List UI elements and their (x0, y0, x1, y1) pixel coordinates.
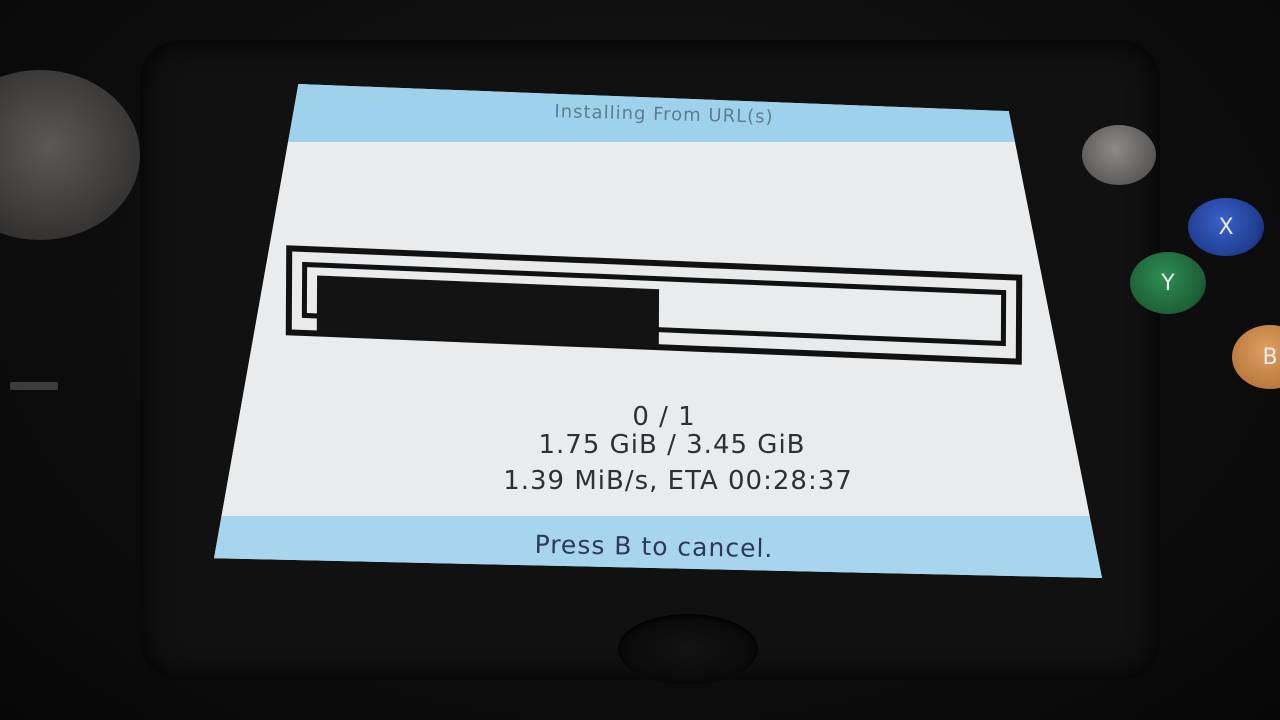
item-count: 0 / 1 (632, 402, 696, 432)
b-button-label: B (1262, 344, 1278, 370)
dpad-icon[interactable] (10, 382, 58, 390)
circle-pad[interactable] (0, 70, 140, 240)
handheld-console: Installing From URL(s) 0 / 1 1.75 GiB / … (0, 0, 1280, 720)
y-button[interactable]: Y (1130, 252, 1206, 314)
y-button-label: Y (1161, 270, 1175, 296)
x-button[interactable]: X (1188, 198, 1264, 256)
screen-container: Installing From URL(s) 0 / 1 1.75 GiB / … (206, 70, 1126, 590)
b-button[interactable]: B (1232, 325, 1280, 389)
bottom-screen: Installing From URL(s) 0 / 1 1.75 GiB / … (214, 84, 1102, 578)
progress-fill (317, 275, 659, 347)
speed-eta: 1.39 MiB/s, ETA 00:28:37 (503, 466, 853, 496)
home-button[interactable] (618, 614, 758, 684)
progress-track (302, 262, 1006, 346)
c-stick-nub[interactable] (1082, 125, 1156, 185)
x-button-label: X (1218, 214, 1234, 240)
size-progress: 1.75 GiB / 3.45 GiB (538, 430, 806, 460)
